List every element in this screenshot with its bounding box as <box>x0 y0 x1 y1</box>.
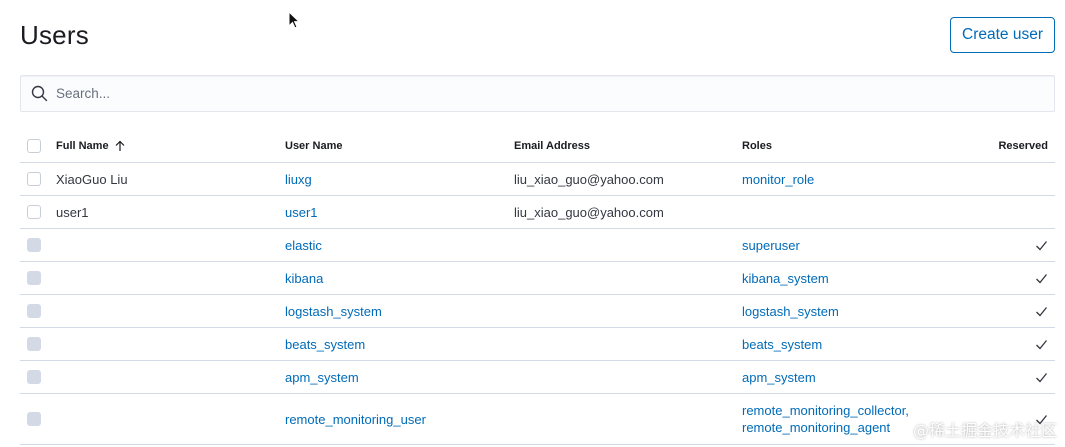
check-icon <box>1036 372 1048 382</box>
cell-reserved <box>1035 229 1048 261</box>
select-all-checkbox[interactable] <box>27 139 41 153</box>
role-link[interactable]: apm_system <box>742 370 816 385</box>
table-header-row: Full Name User Name Email Address Roles … <box>20 130 1055 163</box>
watermark: @稀土掘金技术社区 <box>912 421 1057 440</box>
check-icon <box>1036 240 1048 250</box>
cell-reserved <box>1035 295 1048 327</box>
cell-full-name: user1 <box>56 204 89 220</box>
cell-roles: superuser <box>742 229 800 261</box>
cell-reserved <box>1035 262 1048 294</box>
user-name-link[interactable]: elastic <box>285 229 322 261</box>
role-link[interactable]: beats_system <box>742 337 822 352</box>
cell-roles: kibana_system <box>742 262 829 294</box>
table-row: apm_system apm_system <box>20 361 1055 394</box>
cell-roles: beats_system <box>742 328 822 360</box>
search-bar[interactable] <box>20 75 1055 112</box>
cell-reserved <box>1035 328 1048 360</box>
cell-roles: apm_system <box>742 361 816 393</box>
user-name-link[interactable]: beats_system <box>285 328 365 360</box>
search-input[interactable] <box>56 76 1036 111</box>
row-checkbox[interactable] <box>27 205 41 219</box>
users-table: Full Name User Name Email Address Roles … <box>20 130 1055 445</box>
check-icon <box>1036 273 1048 283</box>
row-checkbox <box>27 304 41 318</box>
user-name-link[interactable]: apm_system <box>285 361 359 393</box>
cell-full-name: XiaoGuo Liu <box>56 171 128 187</box>
user-name-link[interactable]: logstash_system <box>285 295 382 327</box>
user-name-link[interactable]: remote_monitoring_user <box>285 394 426 444</box>
row-checkbox <box>27 412 41 426</box>
column-header-label: Full Name <box>56 140 109 152</box>
table-row: beats_system beats_system <box>20 328 1055 361</box>
role-link[interactable]: kibana_system <box>742 271 829 286</box>
cell-email: liu_xiao_guo@yahoo.com <box>514 171 664 187</box>
users-page: Users Create user Full Name User Name Em… <box>0 0 1065 447</box>
role-link[interactable]: logstash_system <box>742 304 839 319</box>
row-checkbox <box>27 271 41 285</box>
table-row: logstash_system logstash_system <box>20 295 1055 328</box>
page-header: Users Create user <box>20 16 1055 56</box>
cell-roles: remote_monitoring_collector, remote_monit… <box>742 394 909 444</box>
role-link[interactable]: remote_monitoring_agent <box>742 419 890 436</box>
create-user-button[interactable]: Create user <box>950 17 1055 53</box>
column-header-full-name[interactable]: Full Name <box>56 130 126 162</box>
row-checkbox[interactable] <box>27 172 41 186</box>
user-name-link[interactable]: user1 <box>285 196 318 228</box>
role-link[interactable]: remote_monitoring_collector, <box>742 402 909 419</box>
cell-roles: monitor_role <box>742 163 814 195</box>
user-name-link[interactable]: kibana <box>285 262 323 294</box>
role-link[interactable]: superuser <box>742 238 800 253</box>
check-icon <box>1036 306 1048 316</box>
cell-reserved <box>1035 361 1048 393</box>
check-icon <box>1036 339 1048 349</box>
row-checkbox <box>27 370 41 384</box>
table-body: XiaoGuo Liu liuxg liu_xiao_guo@yahoo.com mo… <box>20 163 1055 445</box>
table-row: user1 user1 liu_xiao_guo@yahoo.com <box>20 196 1055 229</box>
table-row: elastic superuser <box>20 229 1055 262</box>
column-header-user-name[interactable]: User Name <box>285 130 342 162</box>
role-link[interactable]: monitor_role <box>742 172 814 187</box>
arrow-up-icon <box>115 140 125 151</box>
table-row: kibana kibana_system <box>20 262 1055 295</box>
row-checkbox <box>27 238 41 252</box>
column-header-reserved: Reserved <box>998 140 1048 152</box>
mouse-pointer-icon <box>288 11 301 29</box>
search-icon <box>31 85 48 102</box>
row-checkbox <box>27 337 41 351</box>
cell-email: liu_xiao_guo@yahoo.com <box>514 204 664 220</box>
column-header-roles: Roles <box>742 140 772 152</box>
cell-roles: logstash_system <box>742 295 839 327</box>
table-row: remote_monitoring_user remote_monitoring_… <box>20 394 1055 445</box>
table-row: XiaoGuo Liu liuxg liu_xiao_guo@yahoo.com mo… <box>20 163 1055 196</box>
user-name-link[interactable]: liuxg <box>285 163 312 195</box>
column-header-email[interactable]: Email Address <box>514 130 590 162</box>
page-title: Users <box>20 20 89 50</box>
